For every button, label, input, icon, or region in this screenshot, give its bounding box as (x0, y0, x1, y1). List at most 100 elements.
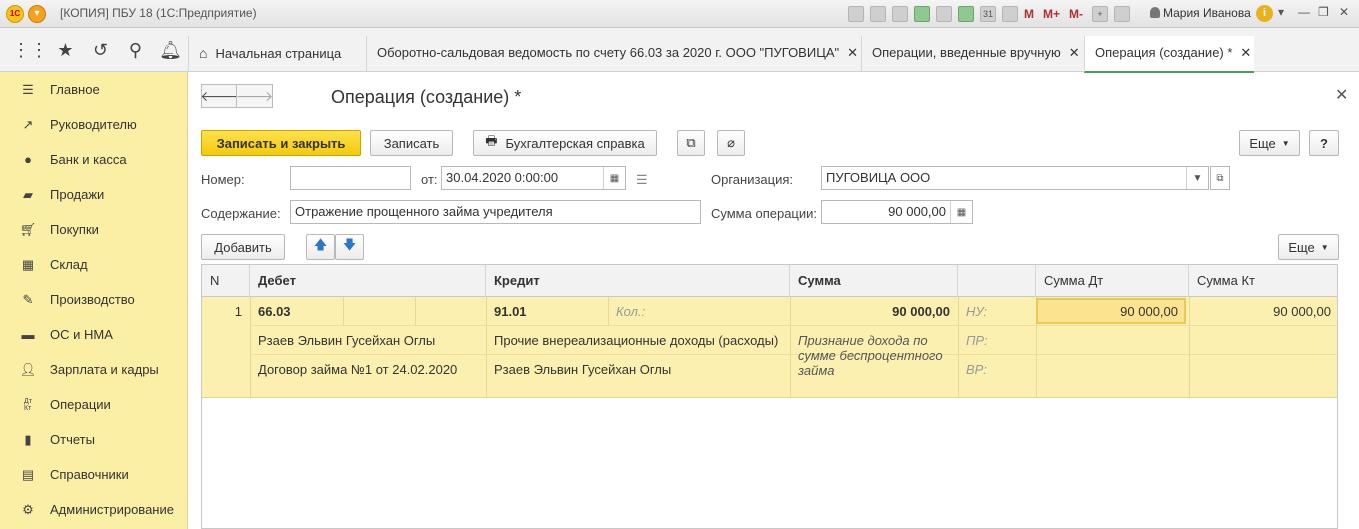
clipboard-icon[interactable] (1002, 6, 1018, 22)
date-label: от: (421, 172, 438, 187)
chevron-down-icon[interactable]: ▼ (1186, 167, 1208, 189)
sidebar-item-purchases[interactable]: 🛒︎ Покупки (0, 212, 187, 247)
column-divider (250, 297, 251, 398)
info-icon[interactable]: i (1256, 5, 1273, 22)
close-tab-icon[interactable]: ✕ (1240, 45, 1251, 60)
preview-icon[interactable] (892, 6, 908, 22)
coin-icon: ● (24, 152, 32, 167)
sidebar-item-bank[interactable]: ● Банк и касса (0, 142, 187, 177)
sum-input[interactable]: 90 000,00 ▦ (821, 200, 973, 224)
structure-icon[interactable]: ⧉ (677, 130, 705, 156)
debit-subconto-2[interactable]: Договор займа №1 от 24.02.2020 (258, 362, 457, 377)
book-icon: ▤ (21, 466, 35, 482)
history-nav: 🡐 🡒 (200, 84, 273, 108)
save-icon[interactable] (848, 6, 864, 22)
zoom-icon[interactable]: + (1092, 6, 1109, 22)
tab-operation-create[interactable]: Операция (создание) * ✕ (1084, 36, 1254, 73)
col-credit[interactable]: Кредит (486, 265, 790, 297)
tab-home[interactable]: ⌂ Начальная страница (188, 36, 366, 72)
sum-dt-cell[interactable]: 90 000,00 (1036, 298, 1186, 324)
row-description[interactable]: Признание дохода по сумме беспроцентного… (798, 333, 952, 378)
table-row[interactable]: 1 66.03 Рзаев Эльвин Гусейхан Оглы Догов… (202, 297, 1337, 398)
sidebar-item-assets[interactable]: ▬ ОС и НМА (0, 317, 187, 352)
organization-input[interactable]: ПУГОВИЦА ООО ▼ (821, 166, 1209, 190)
debit-account[interactable]: 66.03 (258, 304, 291, 319)
number-input[interactable] (290, 166, 411, 190)
save-button[interactable]: Записать (370, 130, 453, 156)
close-form-icon[interactable]: ✕ (1335, 85, 1348, 105)
home-icon: ⌂ (199, 45, 208, 61)
upload-icon[interactable] (914, 6, 930, 22)
chevron-down-icon[interactable]: ▾ (1278, 5, 1284, 19)
calendar-icon[interactable]: 31 (980, 6, 996, 22)
grid-menu-icon[interactable]: ⋮⋮ (12, 35, 48, 65)
col-tax-type[interactable] (958, 265, 1036, 297)
move-up-icon[interactable]: 🡅 (306, 234, 335, 260)
sidebar-item-manager[interactable]: ↗ Руководителю (0, 107, 187, 142)
sidebar-item-main[interactable]: ☰ Главное (0, 72, 187, 107)
col-sum-dt[interactable]: Сумма Дт (1036, 265, 1189, 297)
add-row-button[interactable]: Добавить (201, 234, 285, 260)
credit-subconto-2[interactable]: Рзаев Эльвин Гусейхан Оглы (494, 362, 671, 377)
sidebar-item-catalogs[interactable]: ▤ Справочники (0, 457, 187, 492)
table-more-button[interactable]: Еще ▼ (1278, 234, 1339, 260)
help-button[interactable]: ? (1309, 130, 1339, 156)
sidebar-item-admin[interactable]: ⚙ Администрирование (0, 492, 187, 527)
date-input[interactable]: 30.04.2020 0:00:00 ▦ (441, 166, 626, 190)
back-arrow-icon[interactable]: 🡐 (200, 84, 238, 108)
sidebar-item-production[interactable]: ✎ Производство (0, 282, 187, 317)
person-icon: 👤︎ (19, 361, 37, 377)
history-icon[interactable]: ↺ (83, 35, 118, 65)
close-tab-icon[interactable]: ✕ (847, 45, 858, 60)
sidebar-item-operations[interactable]: Дт Кт Операции (0, 387, 187, 422)
memory-store-button[interactable]: M (1024, 7, 1034, 21)
tab-turnover-sheet[interactable]: Оборотно-сальдовая ведомость по счету 66… (366, 36, 861, 72)
close-window-icon[interactable]: ✕ (1339, 5, 1349, 19)
sum-kt-cell[interactable]: 90 000,00 (1197, 304, 1331, 319)
open-link-icon[interactable]: ⧉ (1210, 166, 1230, 190)
content-input[interactable]: Отражение прощенного займа учредителя (290, 200, 701, 224)
memory-subtract-button[interactable]: M- (1069, 7, 1083, 21)
panel-icon[interactable] (1114, 6, 1131, 22)
row-divider (250, 354, 1337, 355)
document-list-icon[interactable]: ☰ (636, 172, 648, 188)
more-button[interactable]: Еще ▼ (1239, 130, 1300, 156)
debit-subconto-1[interactable]: Рзаев Эльвин Гусейхан Оглы (258, 333, 435, 348)
cart-icon: 🛒︎ (19, 221, 37, 237)
minimize-icon[interactable]: — (1298, 5, 1310, 19)
forward-arrow-icon[interactable]: 🡒 (236, 84, 273, 108)
col-sum[interactable]: Сумма (790, 265, 958, 297)
save-and-close-button[interactable]: Записать и закрыть (201, 130, 361, 156)
restore-icon[interactable]: ❐ (1318, 5, 1329, 19)
gear-icon: ⚙ (22, 501, 34, 517)
col-n[interactable]: N (202, 265, 250, 297)
row-sum[interactable]: 90 000,00 (798, 304, 950, 319)
main-menu-button[interactable]: ▾ (28, 5, 46, 23)
sidebar-item-salary[interactable]: 👤︎ Зарплата и кадры (0, 352, 187, 387)
link-icon[interactable] (936, 6, 952, 22)
col-debit[interactable]: Дебет (250, 265, 486, 297)
accounting-note-button[interactable]: 🖶︎ Бухгалтерская справка (473, 130, 657, 156)
calculator-icon[interactable] (958, 6, 974, 22)
sidebar-item-sales[interactable]: ▰ Продажи (0, 177, 187, 212)
print-icon[interactable] (870, 6, 886, 22)
close-tab-icon[interactable]: ✕ (1069, 45, 1080, 60)
sidebar-item-warehouse[interactable]: ▦ Склад (0, 247, 187, 282)
current-user[interactable]: Мария Иванова (1150, 6, 1251, 20)
column-divider (790, 297, 791, 398)
move-down-icon[interactable]: 🡇 (335, 234, 364, 260)
calculator-icon[interactable]: ▦ (950, 201, 972, 223)
sidebar-item-reports[interactable]: ▮ Отчеты (0, 422, 187, 457)
search-icon[interactable]: ⚲ (118, 35, 153, 65)
credit-subconto-1[interactable]: Прочие внереализационные доходы (расходы… (494, 333, 778, 348)
section-tools: ⋮⋮ ★ ↺ ⚲ 🔔︎ (0, 28, 188, 72)
calendar-icon[interactable]: ▦ (603, 167, 625, 189)
credit-account[interactable]: 91.01 (494, 304, 527, 319)
tab-label: Операция (создание) * (1095, 45, 1233, 60)
memory-add-button[interactable]: M+ (1043, 7, 1060, 21)
col-sum-kt[interactable]: Сумма Кт (1189, 265, 1337, 297)
attachment-icon[interactable]: ⌀ (717, 130, 745, 156)
bell-icon[interactable]: 🔔︎ (153, 35, 188, 65)
tab-manual-operations[interactable]: Операции, введенные вручную ✕ (861, 36, 1084, 72)
star-icon[interactable]: ★ (48, 35, 83, 65)
